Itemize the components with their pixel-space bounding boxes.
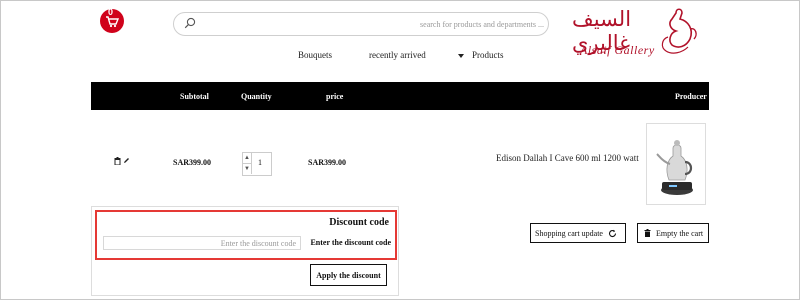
- search-input[interactable]: [204, 15, 546, 33]
- nav-item-bouquets[interactable]: Bouquets: [298, 50, 332, 60]
- row-price: SAR399.00: [308, 158, 347, 167]
- cart-table-header: Subtotal Quantity price Producer: [91, 82, 709, 110]
- quantity-stepper[interactable]: ▲ ▼ 1: [242, 152, 272, 176]
- quantity-value[interactable]: 1: [258, 158, 262, 167]
- nav-item-products[interactable]: Products: [458, 50, 504, 60]
- nav-item-products-label: Products: [472, 50, 504, 60]
- discount-code-box: Discount code Enter the discount code: [95, 210, 397, 260]
- cart-count: 0: [108, 7, 114, 17]
- cart-page: 0 السيف غاليري Alsaif Gallery Bouquets r…: [0, 0, 800, 300]
- coffee-dallah-image: [656, 140, 693, 195]
- product-thumbnail[interactable]: [646, 123, 706, 205]
- caret-down-icon: [458, 53, 464, 58]
- column-header-price: price: [326, 92, 344, 101]
- search-icon[interactable]: [184, 17, 196, 29]
- update-cart-button[interactable]: Shopping cart update: [530, 223, 626, 243]
- empty-cart-label: Empty the cart: [656, 229, 704, 238]
- column-header-quantity: Quantity: [241, 92, 272, 101]
- trash-icon[interactable]: [114, 157, 121, 165]
- pencil-icon[interactable]: [123, 157, 130, 164]
- discount-title: Discount code: [329, 217, 389, 228]
- column-header-subtotal: Subtotal: [180, 92, 209, 101]
- update-cart-label: Shopping cart update: [535, 229, 603, 238]
- increment-button[interactable]: ▲: [243, 153, 252, 164]
- decrement-button[interactable]: ▼: [243, 164, 252, 174]
- empty-cart-button[interactable]: Empty the cart: [637, 223, 709, 243]
- cart-badge[interactable]: 0: [100, 7, 124, 33]
- refresh-icon: [608, 229, 617, 237]
- apply-discount-button[interactable]: Apply the discount: [310, 264, 387, 286]
- product-name-link[interactable]: Edison Dallah I Cave 600 ml 1200 watt: [496, 153, 639, 163]
- trash-icon: [644, 229, 651, 237]
- nav-item-recently-arrived[interactable]: recently arrived: [369, 50, 426, 60]
- discount-code-input[interactable]: [103, 236, 301, 250]
- logo[interactable]: السيف غاليري Alsaif Gallery: [572, 5, 700, 67]
- column-header-producer: Producer: [675, 92, 707, 101]
- row-subtotal: SAR399.00: [173, 158, 212, 167]
- search-bar: [173, 12, 549, 36]
- logo-english-text: Alsaif Gallery: [580, 43, 655, 57]
- discount-code-label: Enter the discount code: [310, 238, 391, 247]
